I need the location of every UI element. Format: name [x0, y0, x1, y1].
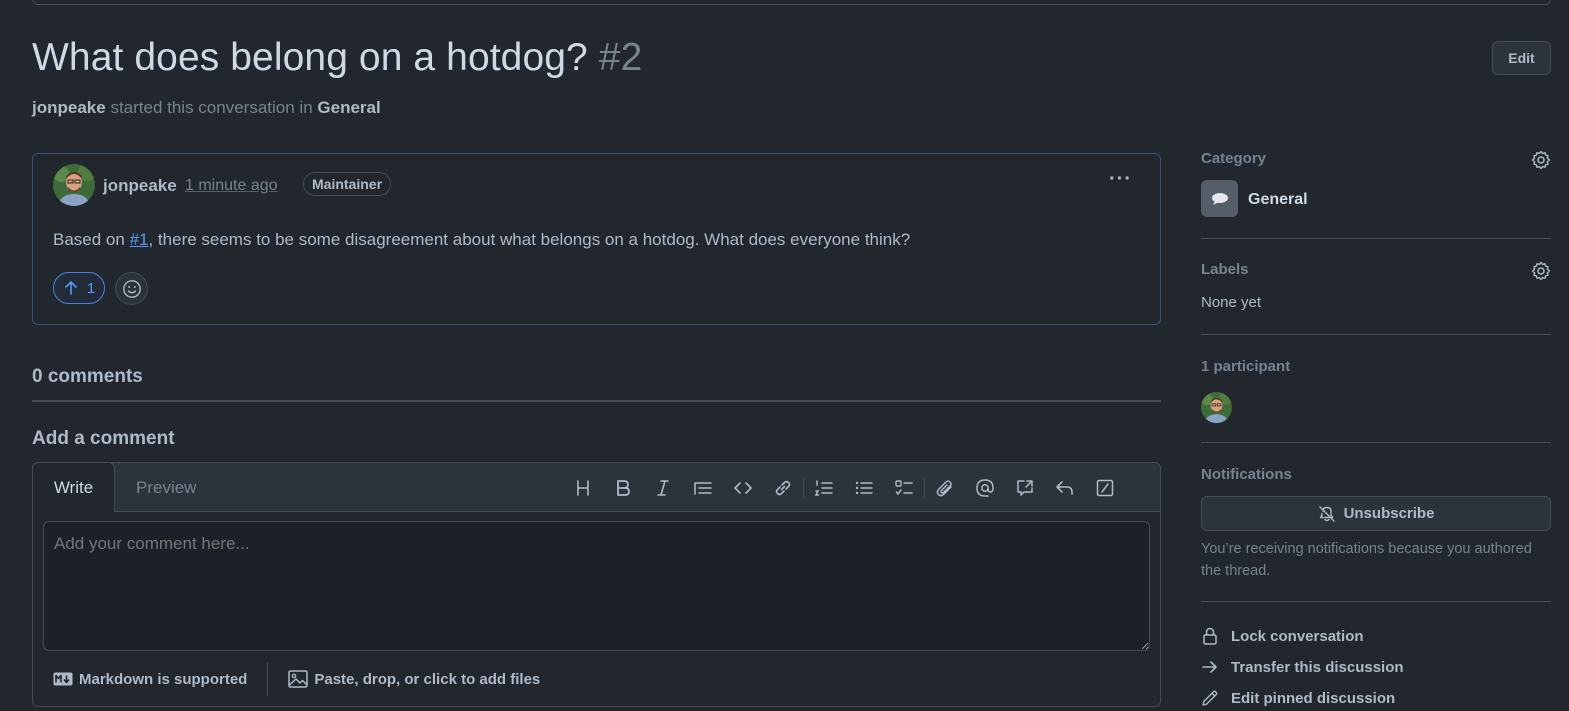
- notifications-section: Notifications: [1201, 466, 1551, 483]
- image-icon: [288, 670, 309, 688]
- labels-value: None yet: [1201, 294, 1262, 311]
- post-timestamp[interactable]: 1 minute ago: [185, 177, 278, 195]
- title-row: What does belong on a hotdog? #2 Edit: [32, 36, 1551, 86]
- comments-divider: [32, 400, 1161, 402]
- tab-preview[interactable]: Preview: [136, 478, 196, 498]
- arrow-right-icon: [1202, 661, 1217, 673]
- labels-section: Labels: [1201, 261, 1551, 281]
- avatar[interactable]: [1201, 392, 1232, 423]
- sidebar-divider: [1201, 238, 1551, 239]
- post-author[interactable]: jonpeake: [103, 176, 177, 196]
- discussion-post: jonpeake 1 minute ago Maintainer ··· Bas…: [32, 153, 1161, 325]
- heading-icon[interactable]: [563, 475, 603, 501]
- discussion-title: What does belong on a hotdog?: [32, 36, 588, 79]
- more-options-icon[interactable]: ···: [1109, 168, 1132, 191]
- add-files-label: Paste, drop, or click to add files: [314, 670, 541, 688]
- issue-link[interactable]: #1: [130, 230, 149, 249]
- subtitle-author-link[interactable]: jonpeake: [32, 98, 106, 117]
- bold-icon[interactable]: [603, 475, 643, 501]
- maintainer-badge: Maintainer: [303, 172, 392, 196]
- markdown-support-link[interactable]: Markdown is supported: [53, 671, 247, 688]
- pencil-icon: [1202, 690, 1218, 706]
- category-section: Category General: [1201, 150, 1551, 217]
- editor-header: Write Preview: [32, 462, 1160, 512]
- formatting-toolbar: [563, 475, 1125, 501]
- attach-icon[interactable]: [925, 475, 965, 501]
- post-body-text-end: , there seems to be some disagreement ab…: [148, 230, 911, 249]
- comment-textarea[interactable]: [43, 521, 1150, 651]
- slash-command-icon[interactable]: [1085, 475, 1125, 501]
- participants-section: 1 participant: [1201, 358, 1551, 375]
- tab-write[interactable]: Write: [32, 462, 115, 512]
- comment-editor: Write Preview Markdown is supported: [32, 462, 1161, 707]
- category-label: Category: [1201, 150, 1267, 167]
- participants-label: 1 participant: [1201, 358, 1291, 375]
- avatar[interactable]: [53, 164, 95, 206]
- gear-icon[interactable]: [1531, 150, 1551, 170]
- sidebar-divider: [1201, 334, 1551, 335]
- top-bar-edge: [32, 0, 1551, 5]
- markdown-icon: [53, 672, 73, 686]
- lock-label: Lock conversation: [1231, 627, 1364, 645]
- footer-divider: [267, 662, 269, 696]
- arrow-up-icon: [65, 281, 77, 295]
- edit-pinned-label: Edit pinned discussion: [1231, 689, 1396, 707]
- add-files-button[interactable]: Paste, drop, or click to add files: [288, 670, 540, 688]
- page-title: What does belong on a hotdog? #2: [32, 36, 1551, 80]
- markdown-label: Markdown is supported: [79, 670, 248, 688]
- speech-bubble-icon: [1201, 180, 1238, 217]
- add-comment-heading: Add a comment: [32, 428, 175, 449]
- category-value[interactable]: General: [1248, 191, 1308, 209]
- smiley-icon: [122, 279, 141, 298]
- upvote-count: 1: [86, 279, 96, 297]
- post-body-text-start: Based on: [53, 230, 130, 249]
- edit-button[interactable]: Edit: [1492, 41, 1551, 75]
- unordered-list-icon[interactable]: [844, 475, 884, 501]
- post-body: Based on #1, there seems to be some disa…: [53, 230, 910, 250]
- reference-icon[interactable]: [1005, 475, 1045, 501]
- unsubscribe-label: Unsubscribe: [1343, 505, 1435, 522]
- lock-conversation-action[interactable]: Lock conversation: [1201, 627, 1364, 645]
- subtitle-text: started this conversation in: [110, 98, 313, 117]
- gear-icon[interactable]: [1531, 261, 1551, 281]
- discussion-number: #2: [598, 36, 643, 79]
- lock-icon: [1203, 627, 1217, 645]
- bell-slash-icon: [1318, 505, 1335, 522]
- unsubscribe-button[interactable]: Unsubscribe: [1201, 496, 1551, 531]
- quote-icon[interactable]: [683, 475, 723, 501]
- sidebar-divider: [1201, 601, 1551, 602]
- sidebar-divider: [1201, 442, 1551, 443]
- add-reaction-button[interactable]: [115, 272, 148, 305]
- notification-reason: You’re receiving notifications because y…: [1201, 541, 1532, 579]
- reply-icon[interactable]: [1045, 475, 1085, 501]
- subtitle-category-link[interactable]: General: [317, 98, 380, 117]
- mention-icon[interactable]: [965, 475, 1005, 501]
- edit-pinned-action[interactable]: Edit pinned discussion: [1201, 689, 1395, 707]
- editor-footer: Markdown is supported Paste, drop, or cl…: [53, 662, 540, 696]
- link-icon[interactable]: [763, 475, 803, 501]
- transfer-label: Transfer this discussion: [1231, 658, 1404, 676]
- notifications-label: Notifications: [1201, 466, 1292, 483]
- ordered-list-icon[interactable]: [804, 475, 844, 501]
- upvote-button[interactable]: 1: [53, 272, 105, 304]
- comments-count: 0 comments: [32, 366, 143, 387]
- labels-label: Labels: [1201, 261, 1249, 278]
- italic-icon[interactable]: [643, 475, 683, 501]
- transfer-discussion-action[interactable]: Transfer this discussion: [1201, 658, 1404, 676]
- code-icon[interactable]: [723, 475, 763, 501]
- discussion-subtitle: jonpeake started this conversation in Ge…: [32, 98, 381, 118]
- task-list-icon[interactable]: [884, 475, 924, 501]
